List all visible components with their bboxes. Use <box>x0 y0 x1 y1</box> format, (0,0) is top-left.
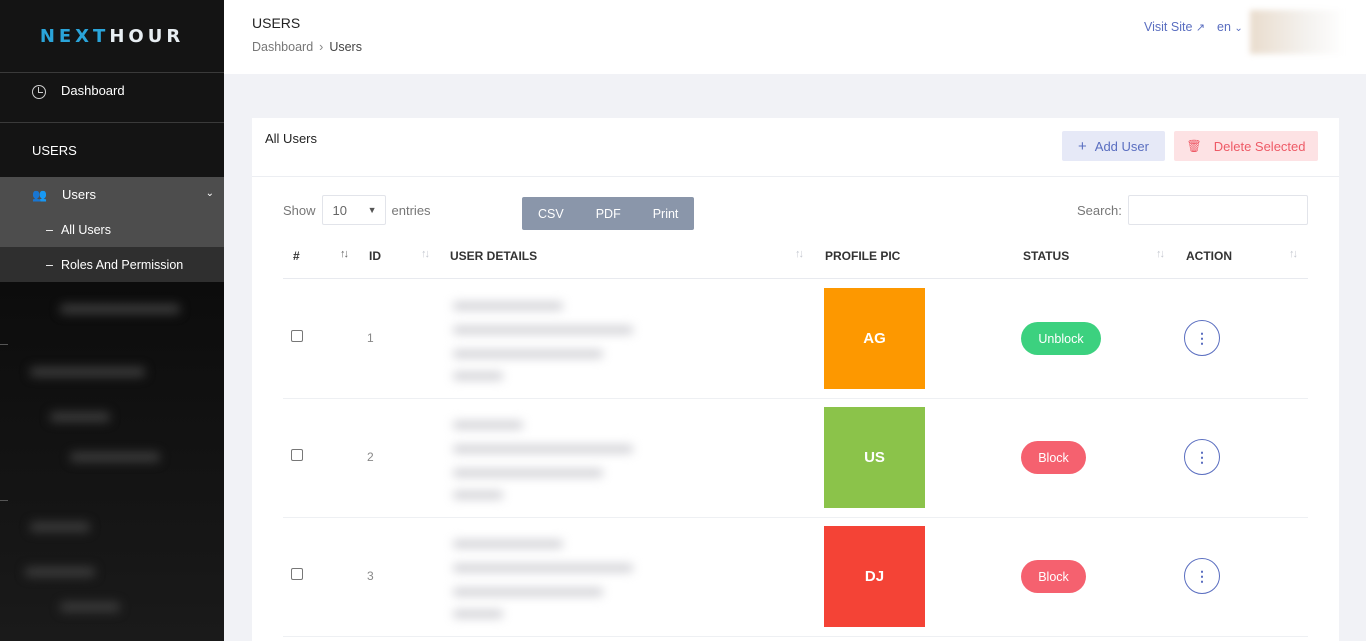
trash-icon: 🗑 <box>1186 139 1202 153</box>
print-button[interactable]: Print <box>637 197 695 230</box>
logo-text: NEXTHOUR <box>39 25 185 47</box>
pdf-button[interactable]: PDF <box>580 197 637 230</box>
status-toggle-button[interactable]: Unblock <box>1021 322 1101 355</box>
row-checkbox[interactable] <box>291 449 303 461</box>
entries-length-control: Show 10 ▼ entries <box>283 195 431 225</box>
all-users-card: All Users + Add User 🗑 Delete Selected S… <box>252 118 1339 641</box>
sidebar-blurred-menu <box>0 282 224 641</box>
divider <box>252 176 1339 177</box>
sidebar-item-roles-and-permission[interactable]: – Roles And Permission <box>0 247 224 282</box>
visit-site-link[interactable]: Visit Site ↗ <box>1144 20 1205 34</box>
sidebar-item-label: Roles And Permission <box>60 257 184 272</box>
search-label: Search: <box>1077 203 1122 218</box>
column-header-id[interactable]: ID <box>369 249 381 263</box>
table-row: 1 AG Unblock ⋮ <box>283 280 1308 399</box>
row-checkbox[interactable] <box>291 568 303 580</box>
sort-icon: ↑↓ <box>795 248 804 260</box>
card-title: All Users <box>265 131 318 146</box>
table-row: 2 US Block ⋮ <box>283 399 1308 518</box>
avatar[interactable] <box>1250 10 1345 54</box>
row-id: 1 <box>367 331 374 345</box>
table-header: # ↑↓ ID ↑↓ USER DETAILS ↑↓ PROFILE PIC S… <box>283 237 1308 279</box>
chevron-right-icon: › <box>319 40 324 54</box>
user-details-blurred <box>433 292 673 392</box>
action-menu-button[interactable]: ⋮ <box>1184 558 1220 594</box>
entries-select[interactable]: 10 ▼ <box>321 195 386 225</box>
sidebar: NEXTHOUR Dashboard USERS 👥 Users ⌄ – All… <box>0 0 224 641</box>
profile-pic: US <box>824 407 925 508</box>
row-id: 3 <box>367 569 374 583</box>
page-title: USERS <box>252 15 301 31</box>
chevron-down-icon: ⌄ <box>1234 23 1243 34</box>
top-header: USERS Dashboard › Users Visit Site ↗ en ⌄ <box>224 0 1366 74</box>
chevron-down-icon: ▼ <box>367 205 377 215</box>
logo[interactable]: NEXTHOUR <box>0 0 224 73</box>
profile-pic: AG <box>824 288 925 389</box>
sort-icon: ↑↓ <box>421 248 430 260</box>
csv-button[interactable]: CSV <box>522 197 580 230</box>
row-id: 2 <box>367 450 374 464</box>
sidebar-section-title: USERS <box>32 142 77 158</box>
column-header-select[interactable]: # <box>293 249 300 263</box>
sidebar-item-dashboard[interactable]: Dashboard <box>0 73 224 123</box>
column-header-action[interactable]: ACTION <box>1186 249 1232 263</box>
sidebar-item-all-users[interactable]: – All Users <box>0 212 224 247</box>
more-vertical-icon: ⋮ <box>1195 567 1209 584</box>
profile-pic: DJ <box>824 526 925 627</box>
sort-icon: ↑↓ <box>1289 248 1298 260</box>
action-menu-button[interactable]: ⋮ <box>1184 439 1220 475</box>
column-header-status[interactable]: STATUS <box>1023 249 1069 263</box>
status-toggle-button[interactable]: Block <box>1021 441 1086 474</box>
breadcrumb: Dashboard › Users <box>252 40 362 54</box>
sidebar-group-users[interactable]: 👥 Users ⌄ <box>0 177 224 212</box>
add-user-button[interactable]: + Add User <box>1062 131 1165 161</box>
row-checkbox[interactable] <box>291 330 303 342</box>
external-link-icon: ↗ <box>1195 22 1206 34</box>
dashboard-icon <box>32 85 46 99</box>
user-details-blurred <box>433 530 673 630</box>
more-vertical-icon: ⋮ <box>1195 329 1209 346</box>
sidebar-item-label: Dashboard <box>61 83 125 98</box>
more-vertical-icon: ⋮ <box>1195 448 1209 465</box>
sidebar-item-label: Users <box>62 187 96 202</box>
breadcrumb-dashboard[interactable]: Dashboard <box>252 40 313 54</box>
sidebar-item-label: All Users <box>60 222 111 237</box>
export-button-group: CSV PDF Print <box>522 197 695 230</box>
sort-icon: ↑↓ <box>340 248 349 260</box>
status-toggle-button[interactable]: Block <box>1021 560 1086 593</box>
chevron-down-icon: ⌄ <box>205 188 214 199</box>
sort-icon: ↑↓ <box>1156 248 1165 260</box>
action-menu-button[interactable]: ⋮ <box>1184 320 1220 356</box>
users-icon: 👥 <box>32 187 47 202</box>
plus-icon: + <box>1078 137 1087 155</box>
language-select[interactable]: en ⌄ <box>1217 20 1243 34</box>
delete-selected-button[interactable]: 🗑 Delete Selected <box>1174 131 1318 161</box>
user-details-blurred <box>433 411 673 511</box>
search-input[interactable] <box>1128 195 1308 225</box>
column-header-user-details[interactable]: USER DETAILS <box>450 249 537 263</box>
column-header-profile-pic[interactable]: PROFILE PIC <box>825 249 900 263</box>
breadcrumb-users: Users <box>329 40 362 54</box>
table-row: 3 DJ Block ⋮ <box>283 518 1308 637</box>
